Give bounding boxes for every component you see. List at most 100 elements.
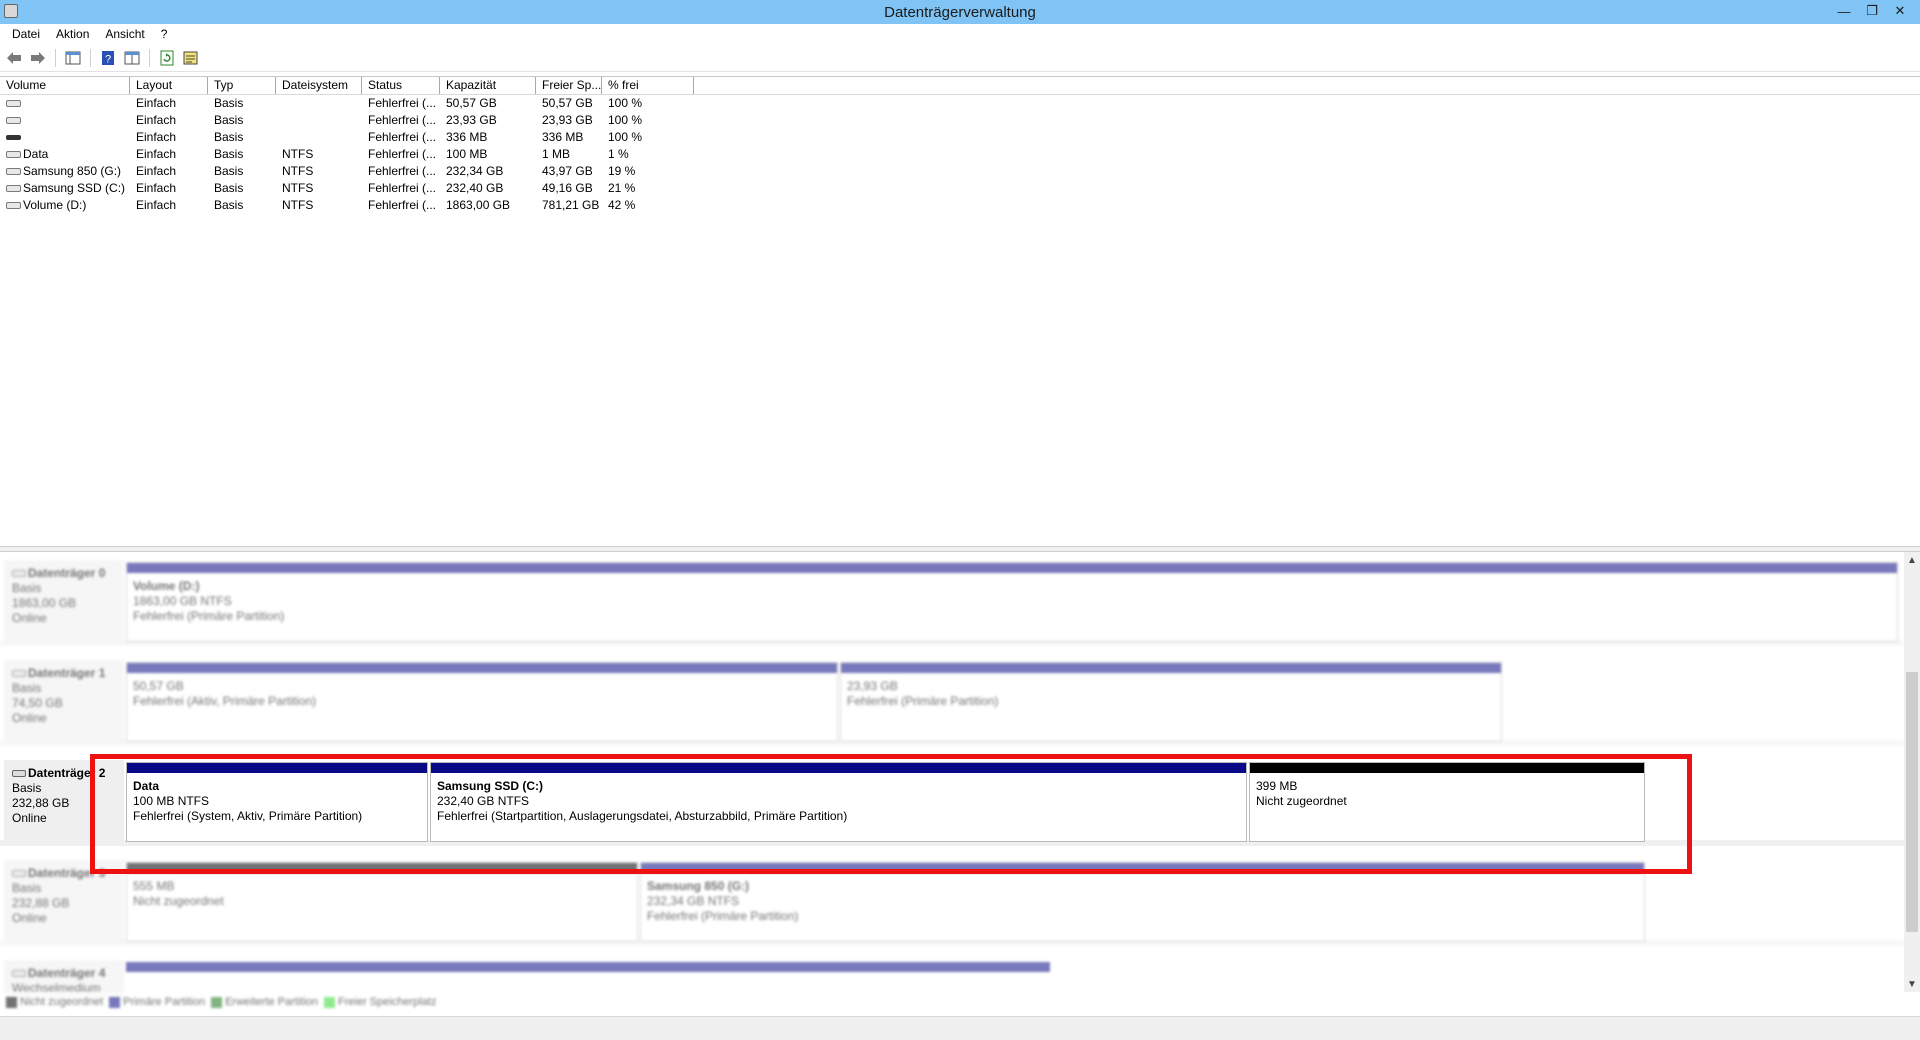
partition-legend: Nicht zugeordnet Primäre Partition Erwei…	[0, 992, 1060, 1012]
volume-row[interactable]: Einfach Basis Fehlerfrei (... 23,93 GB 23,93…	[0, 112, 1920, 129]
column-header-freier-speicher[interactable]: Freier Sp...	[536, 77, 602, 94]
volume-drive-icon	[6, 168, 21, 176]
legend-label: Primäre Partition	[123, 996, 206, 1008]
back-button[interactable]	[4, 48, 24, 68]
volume-row[interactable]: Volume (D:) Einfach Basis NTFS Fehlerfrei (.…	[0, 197, 1920, 214]
show-console-tree-button[interactable]	[63, 48, 83, 68]
partition-status: Nicht zugeordnet	[1256, 794, 1347, 808]
partition-block[interactable]: Volume (D:) 1863,00 GB NTFS Fehlerfrei (…	[126, 562, 1898, 642]
menu-ansicht[interactable]: Ansicht	[97, 25, 152, 43]
column-header-layout[interactable]: Layout	[130, 77, 208, 94]
cell-kapazitaet-text: 50,57 GB	[446, 96, 497, 110]
cell-dateisystem-text: NTFS	[282, 147, 314, 161]
partition-block[interactable]	[126, 962, 1050, 976]
primary-partition-bar	[431, 763, 1246, 773]
rescan-disks-button[interactable]	[181, 48, 201, 68]
rescan-icon	[183, 51, 198, 64]
legend-item: Erweiterte Partition	[211, 996, 318, 1008]
menu-aktion[interactable]: Aktion	[48, 25, 97, 43]
cell-status: Fehlerfrei (...	[362, 112, 440, 129]
volume-row[interactable]: Einfach Basis Fehlerfrei (... 50,57 GB 50,57…	[0, 95, 1920, 112]
disk-label[interactable]: Datenträger 1 Basis 74,50 GB Online	[4, 660, 124, 740]
column-header-status[interactable]: Status	[362, 77, 440, 94]
column-header-prozent-frei[interactable]: % frei	[602, 77, 694, 94]
minimize-button[interactable]: —	[1830, 0, 1858, 22]
partition-block-unallocated[interactable]: 399 MB Nicht zugeordnet	[1249, 762, 1645, 842]
help-icon: ?	[102, 50, 114, 65]
column-header-volume[interactable]: Volume	[0, 77, 130, 94]
cell-typ-text: Basis	[214, 147, 244, 161]
cell-typ: Basis	[208, 129, 276, 146]
cell-prozent-frei: 42 %	[602, 197, 694, 214]
status-bar	[0, 1016, 1920, 1040]
partition-strip: Data 100 MB NTFS Fehlerfrei (System, Akt…	[126, 762, 1647, 842]
restore-button[interactable]: ❐	[1858, 0, 1886, 22]
cell-prozent-frei-text: 1 %	[608, 147, 629, 161]
help-button[interactable]: ?	[98, 48, 118, 68]
legend-label: Freier Speicherplatz	[338, 996, 437, 1008]
toolbar-separator	[149, 48, 150, 67]
scroll-down-button[interactable]: ▼	[1904, 976, 1920, 992]
partition-block-data[interactable]: Data 100 MB NTFS Fehlerfrei (System, Akt…	[126, 762, 428, 842]
volume-row[interactable]: Samsung 850 (G:) Einfach Basis NTFS Fehlerfr…	[0, 163, 1920, 180]
partition-size: 232,34 GB NTFS	[647, 894, 740, 908]
cell-kapazitaet: 336 MB	[440, 129, 536, 146]
cell-prozent-frei-text: 100 %	[608, 96, 643, 110]
column-header-kapazitaet[interactable]: Kapazität	[440, 77, 536, 94]
partition-strip: 555 MB Nicht zugeordnet Samsung 850 (G:)…	[126, 862, 1647, 942]
disk-management-app-icon[interactable]	[4, 4, 18, 18]
properties-icon	[124, 51, 140, 64]
legend-swatch-extended	[211, 996, 223, 1008]
column-header-dateisystem[interactable]: Dateisystem	[276, 77, 362, 94]
disk-type: Basis	[12, 881, 42, 895]
partition-block[interactable]: Samsung 850 (G:) 232,34 GB NTFS Fehlerfr…	[640, 862, 1645, 942]
disk-row-2: Datenträger 2 Basis 232,88 GB Online Dat…	[0, 752, 1904, 846]
volume-list-header: Volume Layout Typ Dateisystem Status Kap…	[0, 77, 1920, 95]
volume-row[interactable]: Einfach Basis Fehlerfrei (... 336 MB 336 MB 1…	[0, 129, 1920, 146]
partition-block[interactable]: 23,93 GB Fehlerfrei (Primäre Partition)	[840, 662, 1502, 742]
cell-layout: Einfach	[130, 180, 208, 197]
disk-type: Basis	[12, 781, 42, 795]
volume-row[interactable]: Samsung SSD (C:) Einfach Basis NTFS Fehlerfr…	[0, 180, 1920, 197]
cell-freier-speicher: 43,97 GB	[536, 163, 602, 180]
disk-row-1: Datenträger 1 Basis 74,50 GB Online 50,5…	[0, 652, 1904, 746]
window-title: Datenträgerverwaltung	[884, 3, 1036, 21]
volume-drive-icon	[6, 117, 21, 125]
disk-name: Datenträger 3	[28, 866, 106, 880]
close-icon: ✕	[1894, 3, 1906, 18]
scroll-up-button[interactable]: ▲	[1904, 552, 1920, 568]
disk-label[interactable]: Datenträger 3 Basis 232,88 GB Online	[4, 860, 124, 940]
scroll-thumb[interactable]	[1906, 672, 1918, 932]
disk-type: Basis	[12, 681, 42, 695]
legend-item: Primäre Partition	[109, 996, 205, 1008]
cell-typ: Basis	[208, 180, 276, 197]
primary-partition-bar	[126, 962, 1050, 972]
disk-view-scrollbar[interactable]: ▲ ▼	[1904, 552, 1920, 992]
cell-prozent-frei: 100 %	[602, 95, 694, 112]
cell-prozent-frei: 21 %	[602, 180, 694, 197]
cell-status: Fehlerfrei (...	[362, 146, 440, 163]
disk-label[interactable]: Datenträger 2 Basis 232,88 GB Online	[4, 760, 124, 840]
menu-help[interactable]: ?	[153, 25, 176, 43]
cell-kapazitaet-text: 232,34 GB	[446, 164, 504, 178]
forward-button[interactable]	[28, 48, 48, 68]
cell-kapazitaet: 232,40 GB	[440, 180, 536, 197]
menu-datei[interactable]: Datei	[4, 25, 48, 43]
cell-typ: Basis	[208, 197, 276, 214]
disk-label[interactable]: Datenträger 0 Basis 1863,00 GB Online	[4, 560, 124, 640]
partition-status: Fehlerfrei (Primäre Partition)	[847, 694, 999, 708]
partition-status: Nicht zugeordnet	[133, 894, 224, 908]
close-button[interactable]: ✕	[1886, 0, 1914, 22]
cell-freier-speicher: 781,21 GB	[536, 197, 602, 214]
partition-block-samsung-ssd[interactable]: Samsung SSD (C:) 232,40 GB NTFS Fehlerfr…	[430, 762, 1247, 842]
volume-row[interactable]: Data Einfach Basis NTFS Fehlerfrei (... 100 M…	[0, 146, 1920, 163]
properties-button[interactable]	[122, 48, 142, 68]
cell-freier-speicher: 336 MB	[536, 129, 602, 146]
column-header-typ[interactable]: Typ	[208, 77, 276, 94]
cell-typ-text: Basis	[214, 130, 244, 144]
partition-block[interactable]: 50,57 GB Fehlerfrei (Aktiv, Primäre Part…	[126, 662, 838, 742]
refresh-button[interactable]	[157, 48, 177, 68]
cell-prozent-frei: 100 %	[602, 129, 694, 146]
primary-partition-bar	[127, 663, 837, 673]
partition-block[interactable]: 555 MB Nicht zugeordnet	[126, 862, 638, 942]
